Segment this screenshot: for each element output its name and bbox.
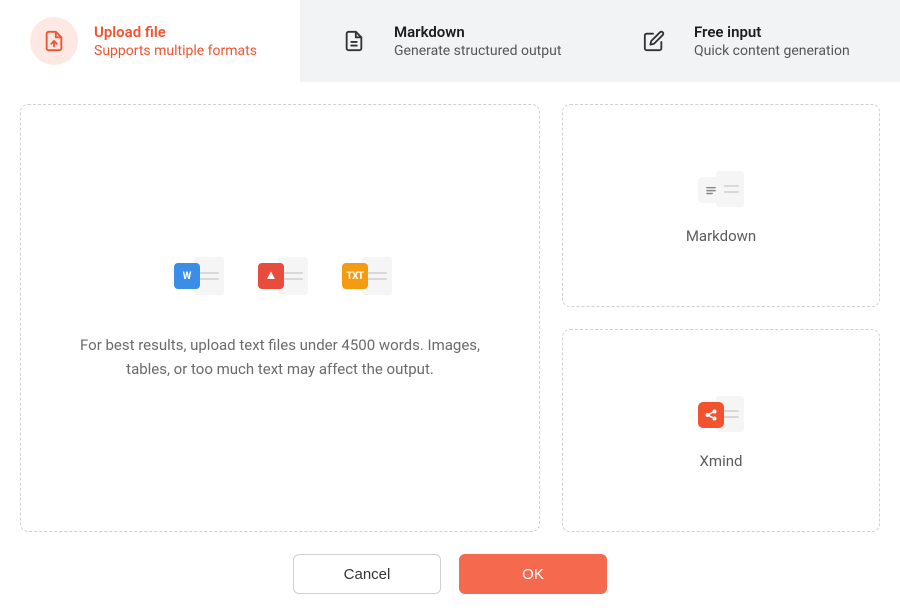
tab-title: Markdown — [394, 23, 561, 41]
xmind-card-icon — [698, 392, 744, 438]
tab-subtitle: Supports multiple formats — [94, 43, 257, 59]
file-type-icons: W TXT — [174, 255, 386, 299]
pdf-file-icon — [258, 255, 302, 299]
tab-text: Markdown Generate structured output — [394, 23, 561, 59]
markdown-icon — [330, 17, 378, 65]
tab-bar: Upload file Supports multiple formats Ma… — [0, 0, 900, 82]
tab-free-input[interactable]: Free input Quick content generation — [600, 0, 900, 82]
footer-buttons: Cancel OK — [0, 532, 900, 594]
tab-subtitle: Quick content generation — [694, 43, 850, 59]
edit-icon — [630, 17, 678, 65]
cancel-button[interactable]: Cancel — [293, 554, 441, 594]
markdown-card-label: Markdown — [686, 227, 756, 245]
word-file-icon: W — [174, 255, 218, 299]
tab-markdown[interactable]: Markdown Generate structured output — [300, 0, 600, 82]
side-cards: Markdown Xmind — [562, 104, 880, 532]
tab-text: Free input Quick content generation — [694, 23, 850, 59]
markdown-card-icon — [698, 167, 744, 213]
content-area: W TXT For best results, upload text file… — [0, 82, 900, 532]
tab-upload-file[interactable]: Upload file Supports multiple formats — [0, 0, 300, 82]
upload-dropzone[interactable]: W TXT For best results, upload text file… — [20, 104, 540, 532]
txt-file-icon: TXT — [342, 255, 386, 299]
tab-subtitle: Generate structured output — [394, 43, 561, 59]
tab-title: Upload file — [94, 23, 257, 41]
ok-button[interactable]: OK — [459, 554, 607, 594]
tab-text: Upload file Supports multiple formats — [94, 23, 257, 59]
tab-title: Free input — [694, 23, 850, 41]
markdown-card[interactable]: Markdown — [562, 104, 880, 307]
upload-hint-text: For best results, upload text files unde… — [61, 333, 499, 381]
upload-icon — [30, 17, 78, 65]
xmind-card-label: Xmind — [700, 452, 743, 470]
xmind-card[interactable]: Xmind — [562, 329, 880, 532]
